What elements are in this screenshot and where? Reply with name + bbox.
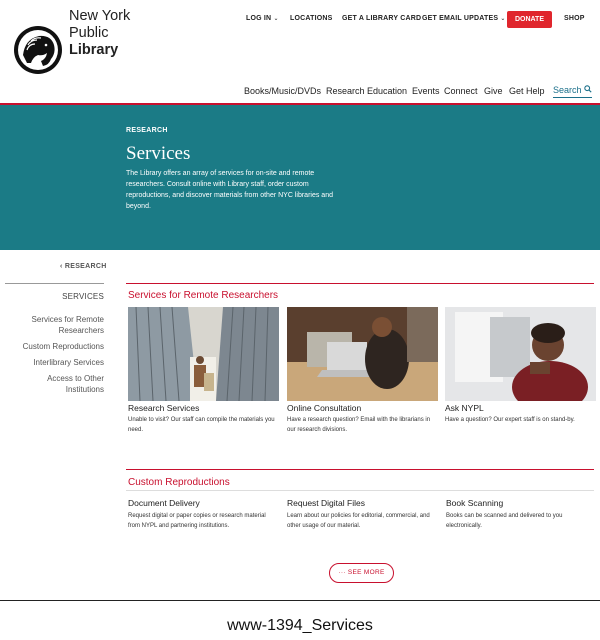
caption-divider [0,600,600,601]
request-digital-files-title[interactable]: Request Digital Files [287,498,365,508]
sidebar-heading: SERVICES [62,292,104,301]
research-services-image[interactable] [128,307,279,401]
locations-link[interactable]: LOCATIONS [290,15,333,22]
nypl-lion-logo[interactable] [13,25,63,75]
nav-books-music-dvds[interactable]: Books/Music/DVDs [244,86,321,96]
section-underline [126,490,594,491]
nav-give[interactable]: Give [484,86,503,96]
chevron-down-icon: ⌄ [273,16,279,22]
book-scanning-desc: Books can be scanned and delivered to yo… [446,513,563,529]
search-label: Search [553,85,582,95]
nypl-wordmark[interactable]: New York Public Library [69,8,130,59]
sidebar-item-remote-researchers[interactable]: Services for Remote Researchers [5,314,104,336]
ask-nypl-image[interactable] [445,307,596,401]
login-label: LOG IN [246,15,272,22]
search-icon [584,85,592,93]
document-delivery-title[interactable]: Document Delivery [128,498,200,508]
nav-research[interactable]: Research [326,86,365,96]
page-title: Services [126,143,191,164]
see-more-button[interactable]: ··· SEE MORE [329,563,394,583]
email-updates-label: GET EMAIL UPDATES [422,15,499,22]
nav-connect[interactable]: Connect [444,86,478,96]
logo-line-1: New York [69,8,131,24]
section-divider [126,469,594,470]
logo-line-3: Library [69,42,119,58]
nav-events[interactable]: Events [412,86,440,96]
online-consultation-title[interactable]: Online Consultation [287,403,361,413]
request-digital-files-desc: Learn about our policies for editorial, … [287,513,430,529]
search-link[interactable]: Search [553,85,593,98]
breadcrumb-research[interactable]: ‹ RESEARCH [60,263,107,270]
nav-get-help[interactable]: Get Help [509,86,545,96]
library-card-link[interactable]: GET A LIBRARY CARD [342,15,421,22]
nav-education[interactable]: Education [367,86,407,96]
email-updates-link[interactable]: GET EMAIL UPDATES ⌄ [422,15,506,22]
section-divider [126,283,594,284]
logo-line-2: Public [69,25,109,41]
sidebar-divider [5,283,104,284]
sidebar-item-custom-reproductions[interactable]: Custom Reproductions [5,341,104,352]
donate-button[interactable]: DONATE [507,11,552,28]
online-consultation-desc: Have a research question? Email with the… [287,417,431,433]
hero-kicker: RESEARCH [126,127,168,134]
sidebar-item-interlibrary-services[interactable]: Interlibrary Services [5,357,104,368]
sidebar-item-other-institutions[interactable]: Access to Other Institutions [5,373,104,395]
screenshot-caption: www-1394_Services [227,617,373,634]
custom-reproductions-heading: Custom Reproductions [128,477,230,488]
document-delivery-desc: Request digital or paper copies or resea… [128,513,266,529]
ask-nypl-title[interactable]: Ask NYPL [445,403,484,413]
chevron-down-icon: ⌄ [500,16,506,22]
online-consultation-image[interactable] [287,307,438,401]
ask-nypl-desc: Have a question? Our expert staff is on … [445,417,575,423]
research-services-desc: Unable to visit? Our staff can compile t… [128,417,275,433]
research-services-title[interactable]: Research Services [128,403,199,413]
book-scanning-title[interactable]: Book Scanning [446,498,503,508]
remote-services-heading: Services for Remote Researchers [128,290,279,301]
hero-description: The Library offers an array of services … [126,170,333,210]
shop-link[interactable]: SHOP [564,15,585,22]
login-link[interactable]: LOG IN ⌄ [246,15,279,22]
